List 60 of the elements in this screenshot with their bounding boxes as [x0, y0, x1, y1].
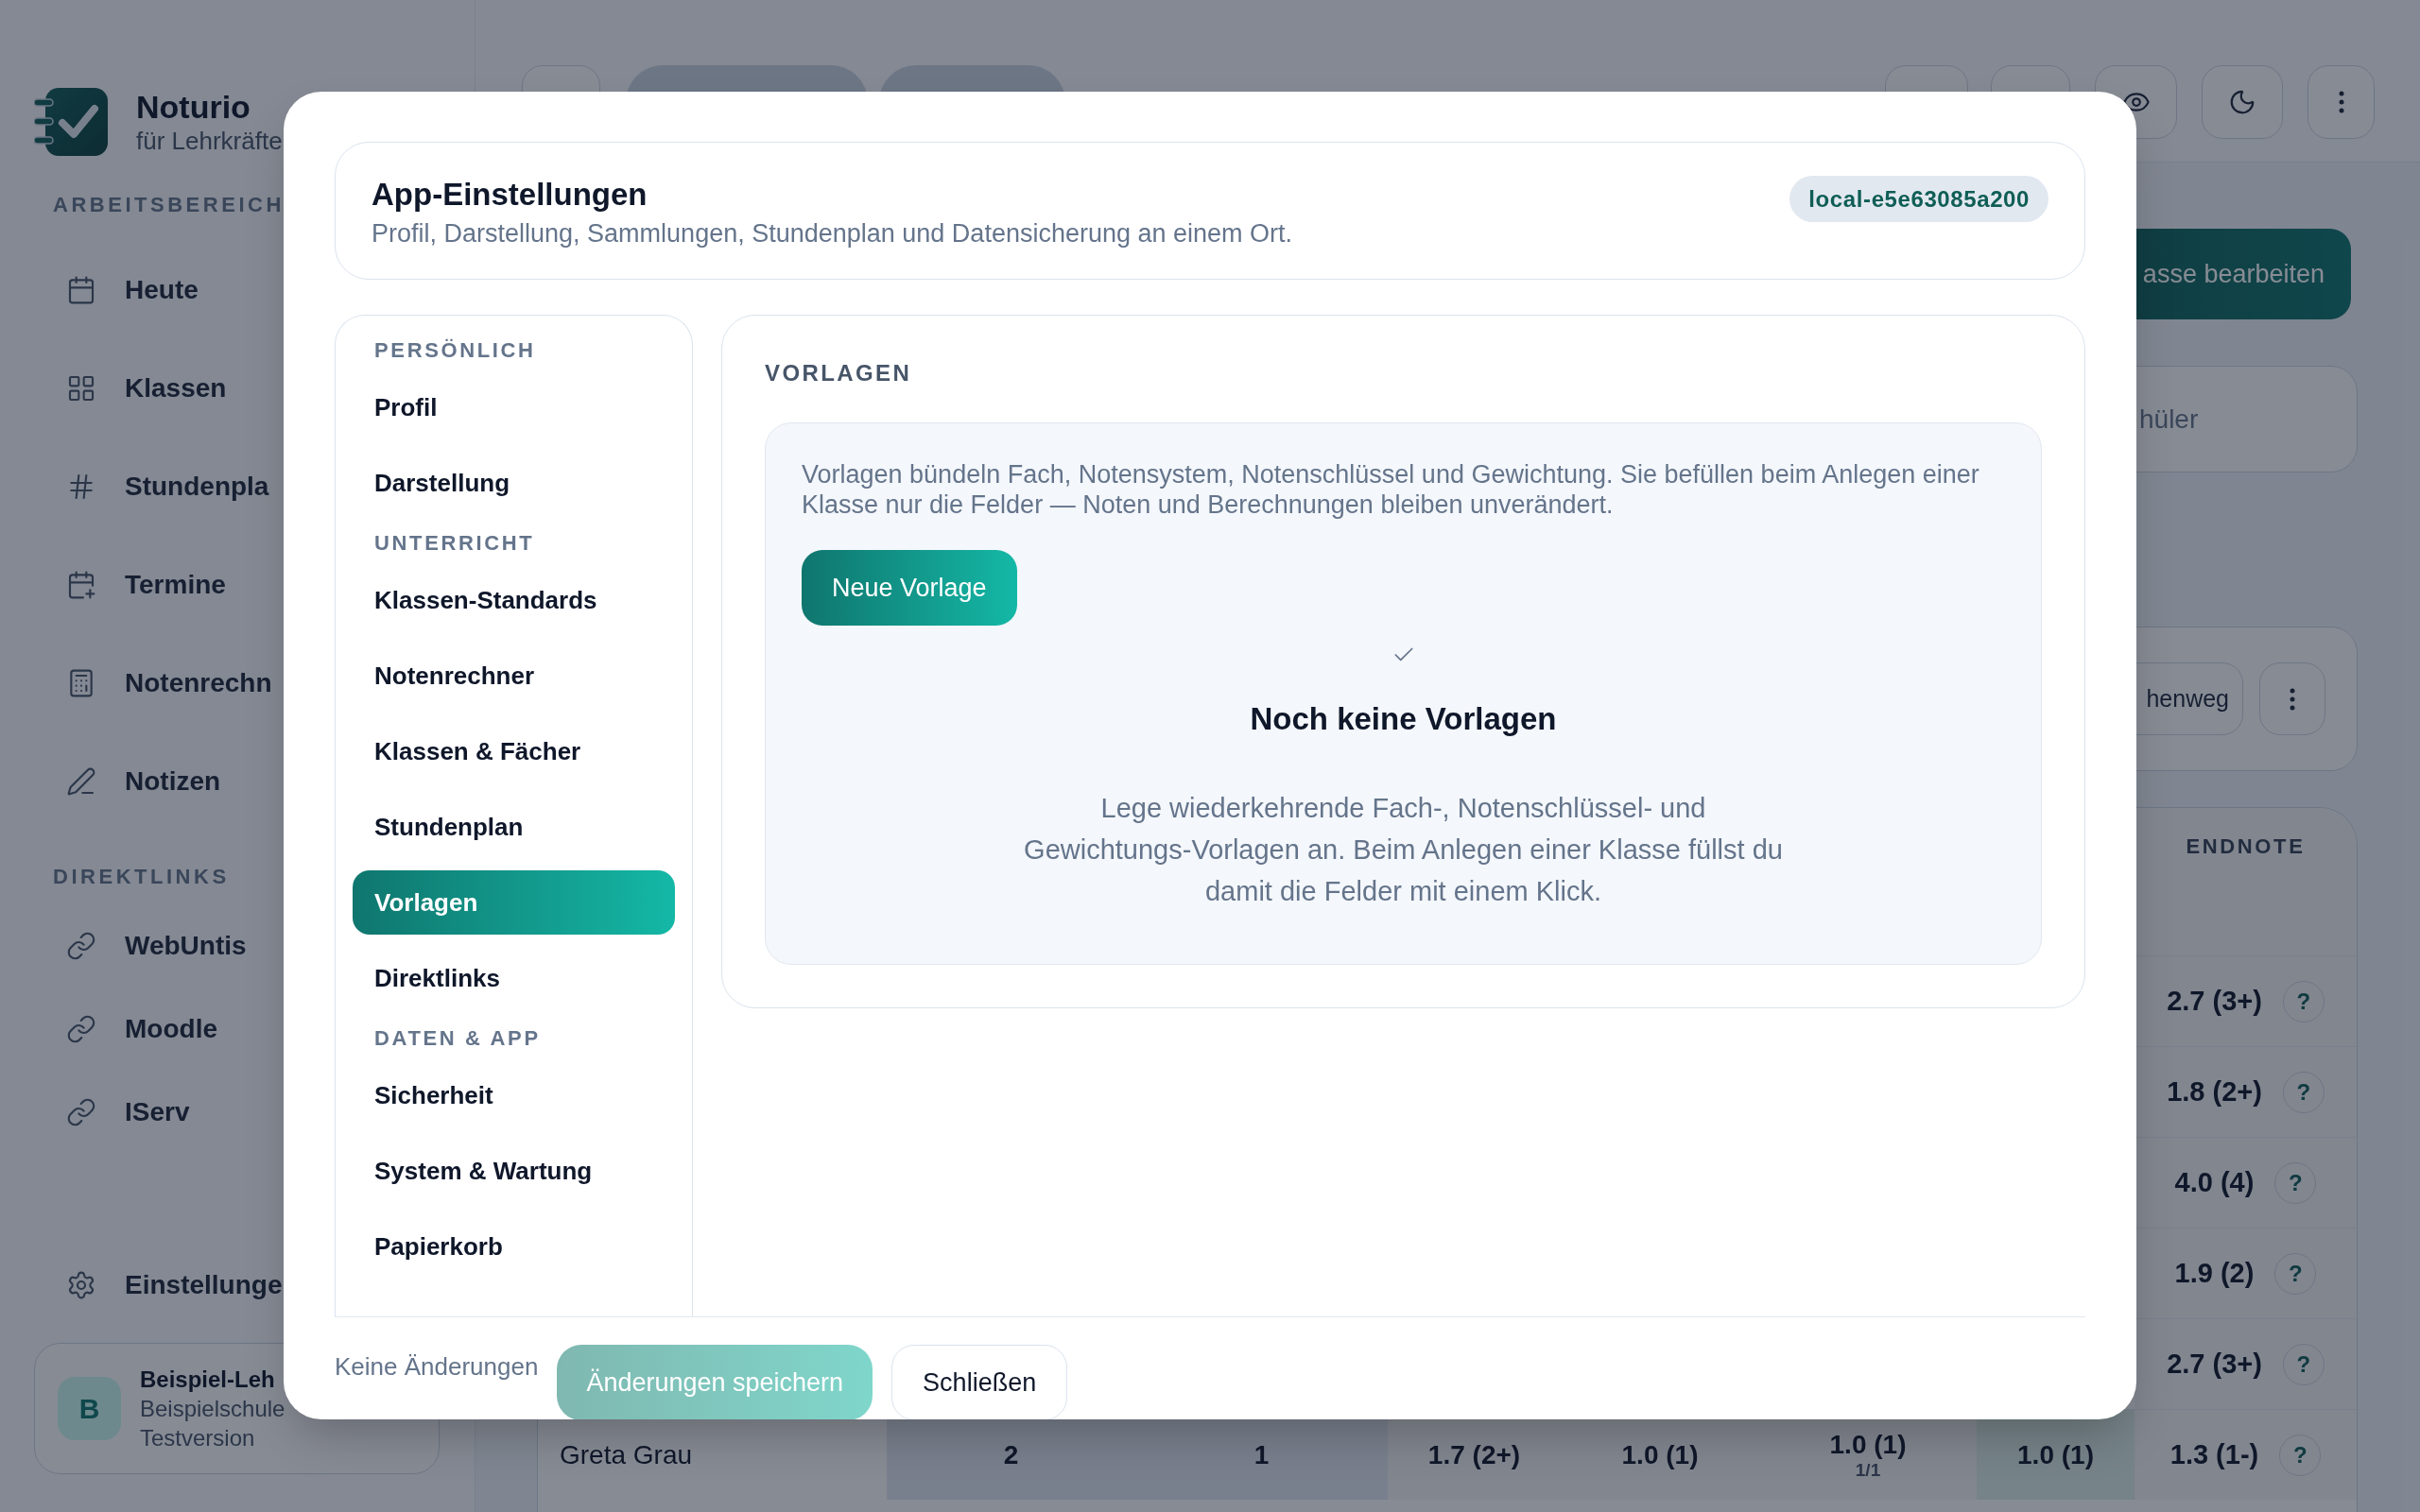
nav-item[interactable]: Vorlagen	[353, 870, 675, 935]
section-label: DIREKTLINKS	[52, 864, 231, 890]
nav-item[interactable]: Papierkorb	[353, 1214, 675, 1279]
final-grade: 4.0 (4)	[2174, 1165, 2255, 1199]
dialog-subtitle: Profil, Darstellung, Sammlungen, Stundenplan und Datensicherung an einem Ort.	[372, 218, 1293, 249]
nav-item[interactable]: Sicherheit	[353, 1063, 675, 1127]
new-template-button[interactable]: Neue Vorlage	[802, 550, 1017, 626]
final-grade: 2.7 (3+)	[2167, 984, 2262, 1018]
calendar-plus-icon	[66, 570, 96, 600]
student-name: Greta Grau	[560, 1438, 693, 1471]
section-label: DATEN & APP	[373, 1025, 542, 1052]
nav-item[interactable]: Direktlinks	[353, 946, 675, 1010]
empty-text: Lege wiederkehrende Fach-, Notenschlüssel- und Gewichtungs-Vorlagen an. Beim Anlegen einer Klasse füllst du damit die Felder mit einem Klick.	[1023, 792, 1784, 908]
final-grade: 2.7 (3+)	[2167, 1347, 2262, 1381]
grade-value: 1.0 (1)	[1621, 1439, 1699, 1470]
section-label: UNTERRICHT	[373, 530, 536, 557]
empty-title: Noch keine Vorlagen	[1250, 701, 1557, 737]
profile-school: Beispielschule	[140, 1395, 285, 1423]
sidebar-item[interactable]: Heute	[34, 252, 452, 328]
link-icon	[66, 931, 96, 961]
profile-name: Beispiel-Leh	[140, 1366, 276, 1394]
column-header: ENDNOTE	[2186, 833, 2306, 857]
nav-item[interactable]: Klassen-Standards	[353, 568, 675, 632]
profile-plan: Testversion	[140, 1424, 256, 1452]
section-label: PERSÖNLICH	[373, 337, 537, 364]
nav-item[interactable]: Klassen & Fächer	[353, 719, 675, 783]
link-icon	[66, 1014, 96, 1044]
nav-item[interactable]: Stundenplan	[353, 795, 675, 859]
id-badge: local-e5e63085a200	[1789, 176, 2048, 222]
moon-icon	[2228, 88, 2256, 116]
brand-subtitle: für Lehrkräfte	[136, 126, 283, 156]
more-icon	[2338, 91, 2344, 113]
panel-heading: VORLAGEN	[765, 360, 913, 387]
final-grade: 1.8 (2+)	[2167, 1074, 2262, 1108]
more-icon	[2290, 687, 2295, 711]
nav-item[interactable]: Darstellung	[353, 451, 675, 515]
calendar-icon	[66, 275, 96, 305]
nav-item[interactable]: Notenrechner	[353, 644, 675, 708]
link-icon	[66, 1097, 96, 1127]
grid-icon	[66, 373, 96, 404]
grade-value: 1.0 (1)	[2017, 1439, 2094, 1470]
grade-value: 1.0 (1)	[1829, 1429, 1907, 1460]
settings-icon	[66, 1270, 96, 1300]
description: Vorlagen bündeln Fach, Notensystem, Notenschlüssel und Gewichtung. Sie befüllen beim Anlegen einer Klasse nur die Felder — Noten und Berechnungen bleiben unverändert.	[802, 459, 1980, 520]
avatar: B	[58, 1377, 121, 1440]
grade-count: 1/1	[1855, 1459, 1881, 1481]
grade-value: 1.7 (2+)	[1427, 1439, 1521, 1470]
pen-icon	[66, 766, 96, 797]
final-grade: 1.3 (1-)	[2169, 1437, 2259, 1471]
dark-mode-button[interactable]	[2202, 65, 2283, 139]
nav-item[interactable]: Profil	[353, 375, 675, 439]
close-button[interactable]: Schließen	[891, 1345, 1068, 1419]
brand-name: Noturio	[136, 88, 251, 126]
grade-value: 2	[1003, 1439, 1019, 1470]
final-grade: 1.9 (2)	[2174, 1256, 2255, 1290]
nav-item[interactable]: System & Wartung	[353, 1139, 675, 1203]
logo-icon	[34, 88, 108, 156]
card-text: hüler	[2139, 403, 2199, 436]
grade-value: 1	[1253, 1439, 1270, 1470]
dialog-title: App-Einstellungen	[372, 177, 648, 213]
